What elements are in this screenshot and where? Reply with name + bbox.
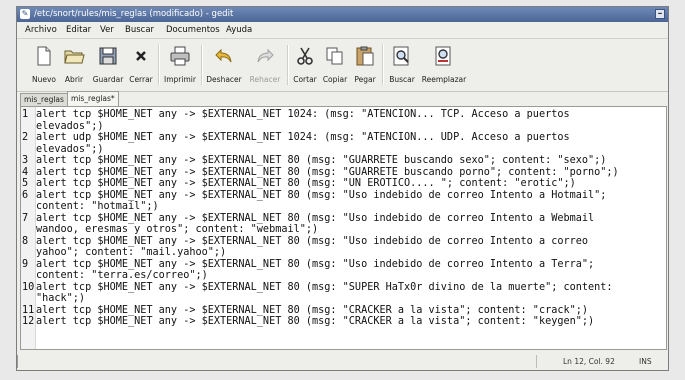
code-line[interactable]: 2 alert udp $HOME_NET any -> $EXTERNAL_NE… <box>21 132 666 155</box>
code-line[interactable]: 7 alert tcp $HOME_NET any -> $EXTERNAL_NE… <box>21 213 666 236</box>
toolbar-separator <box>158 45 160 85</box>
line-text[interactable]: alert tcp $HOME_NET any -> $EXTERNAL_NET… <box>36 236 664 259</box>
close-icon <box>136 51 146 61</box>
menu-editar[interactable]: Editar <box>66 22 91 38</box>
tab-mis-reglas[interactable]: mis_reglas <box>20 93 68 106</box>
code-line[interactable]: 10 alert tcp $HOME_NET any -> $EXTERNAL_N… <box>21 282 666 305</box>
cut-button[interactable]: Cortar <box>291 39 319 91</box>
tab-mis-reglas-modified[interactable]: mis_reglas* <box>67 91 119 106</box>
paste-button[interactable]: Pegar <box>351 39 379 91</box>
line-number: 1 <box>22 109 29 120</box>
replace-label: Reemplazar <box>421 75 467 84</box>
line-text[interactable]: alert tcp $HOME_NET any -> $EXTERNAL_NET… <box>36 178 664 190</box>
line-number: 9 <box>22 258 29 270</box>
code-line[interactable]: 6 alert tcp $HOME_NET any -> $EXTERNAL_NE… <box>21 190 666 213</box>
open-folder-icon <box>64 50 85 64</box>
line-number: 7 <box>22 212 29 224</box>
undo-button[interactable]: Deshacer <box>204 39 244 91</box>
copy-label: Copiar <box>322 75 348 84</box>
document-tabs: mis_reglas mis_reglas* <box>17 91 668 106</box>
toolbar-separator <box>201 45 203 85</box>
line-text[interactable]: alert udp $HOME_NET any -> $EXTERNAL_NET… <box>36 132 664 155</box>
print-icon <box>170 46 190 66</box>
line-text[interactable]: alert tcp $HOME_NET any -> $EXTERNAL_NET… <box>36 155 664 167</box>
code-line[interactable]: 9 alert tcp $HOME_NET any -> $EXTERNAL_NE… <box>21 259 666 282</box>
open-button[interactable]: Abrir <box>61 39 87 91</box>
line-text[interactable]: alert tcp $HOME_NET any -> $EXTERNAL_NET… <box>36 259 664 282</box>
menu-documentos[interactable]: Documentos <box>166 22 220 38</box>
find-label: Buscar <box>389 75 415 84</box>
line-number: 11 <box>22 304 35 316</box>
replace-button[interactable]: Reemplazar <box>419 39 469 91</box>
code-line[interactable]: 8 alert tcp $HOME_NET any -> $EXTERNAL_NE… <box>21 236 666 259</box>
menu-ver[interactable]: Ver <box>100 22 114 38</box>
line-text[interactable]: alert tcp $HOME_NET any -> $EXTERNAL_NET… <box>36 190 664 213</box>
title-bar[interactable]: ✎ /etc/snort/rules/mis_reglas (modificad… <box>17 7 668 22</box>
toolbar: Nuevo Abrir Guardar Cerrar Imprimir Desh… <box>17 38 668 92</box>
copy-button[interactable]: Copiar <box>320 39 350 91</box>
line-number: 3 <box>22 155 29 166</box>
line-text[interactable]: alert tcp $HOME_NET any -> $EXTERNAL_NET… <box>36 316 664 328</box>
gedit-window: ✎ /etc/snort/rules/mis_reglas (modificad… <box>16 6 669 371</box>
copy-icon <box>326 47 343 65</box>
close-button[interactable]: Cerrar <box>127 39 155 91</box>
window-menu-icon[interactable]: ✎ <box>20 9 30 19</box>
code-line[interactable]: 3 alert tcp $HOME_NET any -> $EXTERNAL_NE… <box>21 155 666 167</box>
save-label: Guardar <box>92 75 124 84</box>
line-number: 8 <box>22 235 29 247</box>
line-number: 4 <box>22 166 29 178</box>
cut-label: Cortar <box>293 75 317 84</box>
line-text[interactable]: alert tcp $HOME_NET any -> $EXTERNAL_NET… <box>36 167 664 179</box>
undo-label: Deshacer <box>206 75 242 84</box>
paste-label: Pegar <box>354 75 376 84</box>
line-number: 5 <box>22 178 29 189</box>
new-document-icon <box>37 46 51 66</box>
menu-archivo[interactable]: Archivo <box>25 22 57 38</box>
redo-icon <box>257 48 274 63</box>
new-button[interactable]: Nuevo <box>31 39 57 91</box>
menu-buscar[interactable]: Buscar <box>125 22 154 38</box>
line-number: 12 <box>22 316 35 327</box>
print-label: Imprimir <box>164 75 196 84</box>
line-text[interactable]: alert tcp $HOME_NET any -> $EXTERNAL_NET… <box>36 282 664 305</box>
find-button[interactable]: Buscar <box>386 39 418 91</box>
menu-bar: Archivo Editar Ver Buscar Documentos Ayu… <box>17 22 668 38</box>
toolbar-separator <box>287 45 289 85</box>
code-line[interactable]: 5 alert tcp $HOME_NET any -> $EXTERNAL_NE… <box>21 178 666 190</box>
find-icon <box>393 46 409 66</box>
status-grip <box>17 355 21 368</box>
line-number: 10 <box>22 281 35 293</box>
save-button[interactable]: Guardar <box>91 39 125 91</box>
text-editor[interactable]: 1 alert tcp $HOME_NET any -> $EXTERNAL_NE… <box>20 106 667 350</box>
save-icon <box>99 47 117 65</box>
line-text[interactable]: alert tcp $HOME_NET any -> $EXTERNAL_NET… <box>36 305 664 317</box>
redo-label: Rehacer <box>249 75 281 84</box>
redo-button[interactable]: Rehacer <box>246 39 284 91</box>
line-text[interactable]: alert tcp $HOME_NET any -> $EXTERNAL_NET… <box>36 213 664 236</box>
line-text[interactable]: alert tcp $HOME_NET any -> $EXTERNAL_NET… <box>36 109 664 132</box>
new-label: Nuevo <box>31 75 56 84</box>
replace-icon <box>435 46 451 66</box>
toolbar-separator <box>382 45 384 85</box>
minimize-button[interactable]: – <box>655 9 665 19</box>
cut-icon <box>297 47 313 65</box>
menu-ayuda[interactable]: Ayuda <box>226 22 252 38</box>
insert-mode[interactable]: INS <box>639 353 652 370</box>
paste-icon <box>356 46 374 66</box>
undo-icon <box>215 48 232 63</box>
line-number: 2 <box>22 132 29 143</box>
print-button[interactable]: Imprimir <box>162 39 198 91</box>
window-title: /etc/snort/rules/mis_reglas (modificado)… <box>34 9 234 19</box>
cursor-position: Ln 12, Col. 92 <box>563 357 615 366</box>
code-line[interactable]: 1 alert tcp $HOME_NET any -> $EXTERNAL_NE… <box>21 109 666 132</box>
line-number: 6 <box>22 189 29 201</box>
code-line[interactable]: 11 alert tcp $HOME_NET any -> $EXTERNAL_N… <box>21 305 666 317</box>
code-line[interactable]: 4 alert tcp $HOME_NET any -> $EXTERNAL_NE… <box>21 167 666 179</box>
open-label: Abrir <box>64 75 84 84</box>
close-label: Cerrar <box>129 75 153 84</box>
code-line[interactable]: 12 alert tcp $HOME_NET any -> $EXTERNAL_N… <box>21 316 666 328</box>
status-bar: Ln 12, Col. 92 INS <box>17 353 668 370</box>
